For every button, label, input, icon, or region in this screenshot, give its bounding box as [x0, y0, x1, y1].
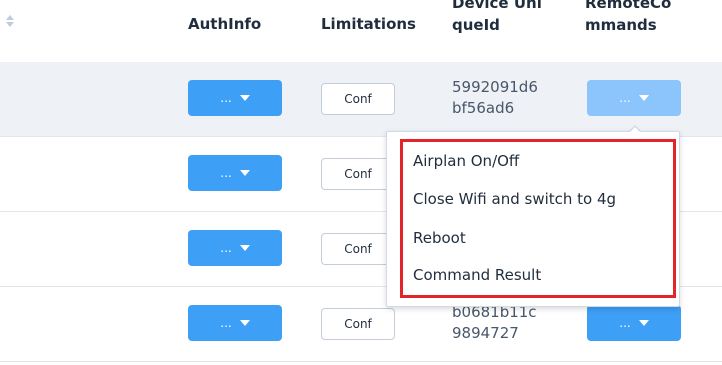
device-id-line1: 5992091d6 — [452, 78, 538, 96]
caret-down-icon — [638, 320, 649, 326]
remote-commands-dropdown-button[interactable]: ... — [587, 305, 681, 341]
remote-commands-button-label: ... — [619, 91, 631, 105]
device-unique-id-cell: b0681b11c 9894727 — [452, 302, 552, 344]
caret-down-icon — [239, 95, 250, 101]
remote-commands-button-label: ... — [619, 316, 631, 330]
table-header: AuthInfo Limitations Device Uni queId Re… — [0, 0, 722, 63]
limitations-conf-button[interactable]: Conf — [321, 233, 395, 265]
auth-info-button-label: ... — [220, 241, 232, 255]
caret-down-icon — [239, 170, 250, 176]
column-header-auth-info: AuthInfo — [188, 15, 262, 33]
auth-info-dropdown-button[interactable]: ... — [188, 155, 282, 191]
menu-item-command-result[interactable]: Command Result — [413, 263, 668, 287]
auth-info-dropdown-button[interactable]: ... — [188, 305, 282, 341]
column-header-remote-commands-line1: RemoteCo — [585, 0, 672, 12]
table-row: ... Conf 5992091d6 bf56ad6 ... — [0, 62, 722, 137]
menu-item-airplane-toggle[interactable]: Airplan On/Off — [413, 149, 668, 173]
auth-info-button-label: ... — [220, 316, 232, 330]
auth-info-dropdown-button[interactable]: ... — [188, 230, 282, 266]
column-header-device-unique-id-line2: queId — [452, 16, 500, 34]
device-id-line2: 9894727 — [452, 324, 519, 342]
menu-item-close-wifi-switch-4g[interactable]: Close Wifi and switch to 4g — [413, 187, 668, 211]
auth-info-button-label: ... — [220, 91, 232, 105]
caret-down-icon — [239, 245, 250, 251]
auth-info-dropdown-button[interactable]: ... — [188, 80, 282, 116]
device-unique-id-cell: 5992091d6 bf56ad6 — [452, 77, 552, 119]
column-header-device-unique-id-line1: Device Uni — [452, 0, 542, 12]
column-header-remote-commands-line2: mmands — [585, 16, 657, 34]
column-header-device-unique-id: Device Uni queId — [452, 0, 552, 36]
column-header-remote-commands: RemoteCo mmands — [585, 0, 685, 36]
limitations-conf-button[interactable]: Conf — [321, 83, 395, 115]
auth-info-button-label: ... — [220, 166, 232, 180]
remote-commands-dropdown-button[interactable]: ... — [587, 80, 681, 116]
caret-down-icon — [638, 95, 649, 101]
menu-item-reboot[interactable]: Reboot — [413, 226, 668, 250]
limitations-conf-button[interactable]: Conf — [321, 308, 395, 340]
limitations-conf-button[interactable]: Conf — [321, 158, 395, 190]
column-header-limitations: Limitations — [321, 15, 416, 33]
caret-down-icon — [239, 320, 250, 326]
sort-caret-icon[interactable] — [6, 14, 14, 30]
device-id-line2: bf56ad6 — [452, 99, 515, 117]
dropdown-pointer-fill — [629, 127, 641, 133]
